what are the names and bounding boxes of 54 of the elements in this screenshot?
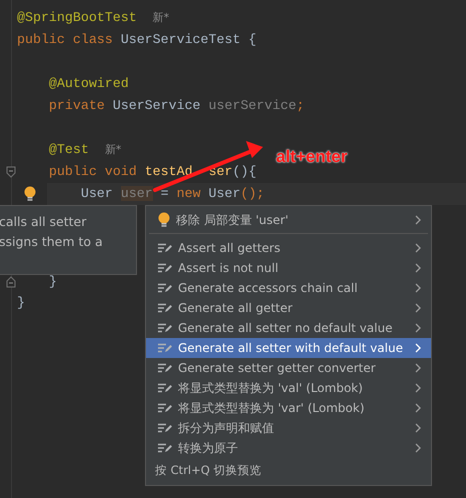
code-text: public void	[48, 164, 138, 179]
code-text: UserServiceTest {	[120, 32, 256, 47]
code-text: ();	[240, 186, 264, 201]
menu-item[interactable]: 转换为原子	[146, 438, 431, 458]
code-text: ;	[296, 98, 304, 113]
pencil-lines-icon	[158, 303, 172, 313]
pencil-lines-icon	[158, 323, 172, 333]
pencil-lines-icon	[158, 423, 172, 433]
code-text: }	[48, 274, 57, 289]
fold-icon[interactable]	[6, 166, 16, 178]
menu-item[interactable]: 将显式类型替换为 'var' (Lombok)	[146, 398, 431, 418]
lightbulb-icon[interactable]	[24, 186, 36, 202]
lightbulb-icon	[158, 212, 170, 228]
menu-item[interactable]: Generate all setter with default value	[146, 338, 431, 358]
pencil-lines-icon	[158, 243, 172, 253]
pencil-lines-icon	[158, 383, 172, 393]
code-text: User	[208, 186, 240, 201]
code-text: private	[48, 98, 106, 113]
author-hint: 新*	[152, 11, 170, 24]
footer-hint: 按 Ctrl+Q 切换预览	[155, 462, 262, 479]
code-text: }	[17, 295, 25, 310]
code-text: User	[80, 186, 114, 201]
code-text: UserService	[112, 98, 202, 113]
code-text: @SpringBootTest	[17, 10, 137, 25]
pencil-lines-icon	[158, 343, 172, 353]
pencil-lines-icon	[158, 263, 172, 273]
pencil-lines-icon	[158, 363, 172, 373]
menu-item[interactable]: Generate all setter no default value	[146, 318, 431, 338]
menu-item[interactable]: Assert is not null	[146, 258, 431, 278]
code-text: @Test	[48, 142, 89, 157]
code-text: testAd	[144, 164, 193, 179]
pencil-lines-icon	[158, 283, 172, 293]
code-text: userService	[208, 98, 296, 113]
fold-icon[interactable]	[6, 276, 16, 288]
code-text: user	[120, 186, 153, 201]
tooltip-text: ssigns them to a	[0, 233, 103, 251]
code-text: public class	[17, 32, 114, 47]
author-hint: 新*	[104, 143, 122, 156]
code-text: (){	[232, 164, 256, 179]
code-text: @Autowired	[48, 76, 129, 91]
menu-item[interactable]: 移除 局部变量 'user'	[146, 210, 431, 230]
menu-item[interactable]: Generate setter getter converter	[146, 358, 431, 378]
menu-item[interactable]: 将显式类型替换为 'val' (Lombok)	[146, 378, 431, 398]
menu-item[interactable]: Assert all getters	[146, 238, 431, 258]
annotation-label: alt+enter	[276, 146, 348, 168]
pencil-lines-icon	[158, 403, 172, 413]
menu-item[interactable]: Generate all getter	[146, 298, 431, 318]
pencil-lines-icon	[158, 443, 172, 453]
menu-item[interactable]: Generate accessors chain call	[146, 278, 431, 298]
code-text: new	[176, 186, 202, 201]
code-text: =	[160, 186, 170, 201]
tooltip-text: calls all setter	[0, 213, 86, 231]
chevron-icon	[415, 215, 421, 225]
menu-item[interactable]: 拆分为声明和赋值	[146, 418, 431, 438]
